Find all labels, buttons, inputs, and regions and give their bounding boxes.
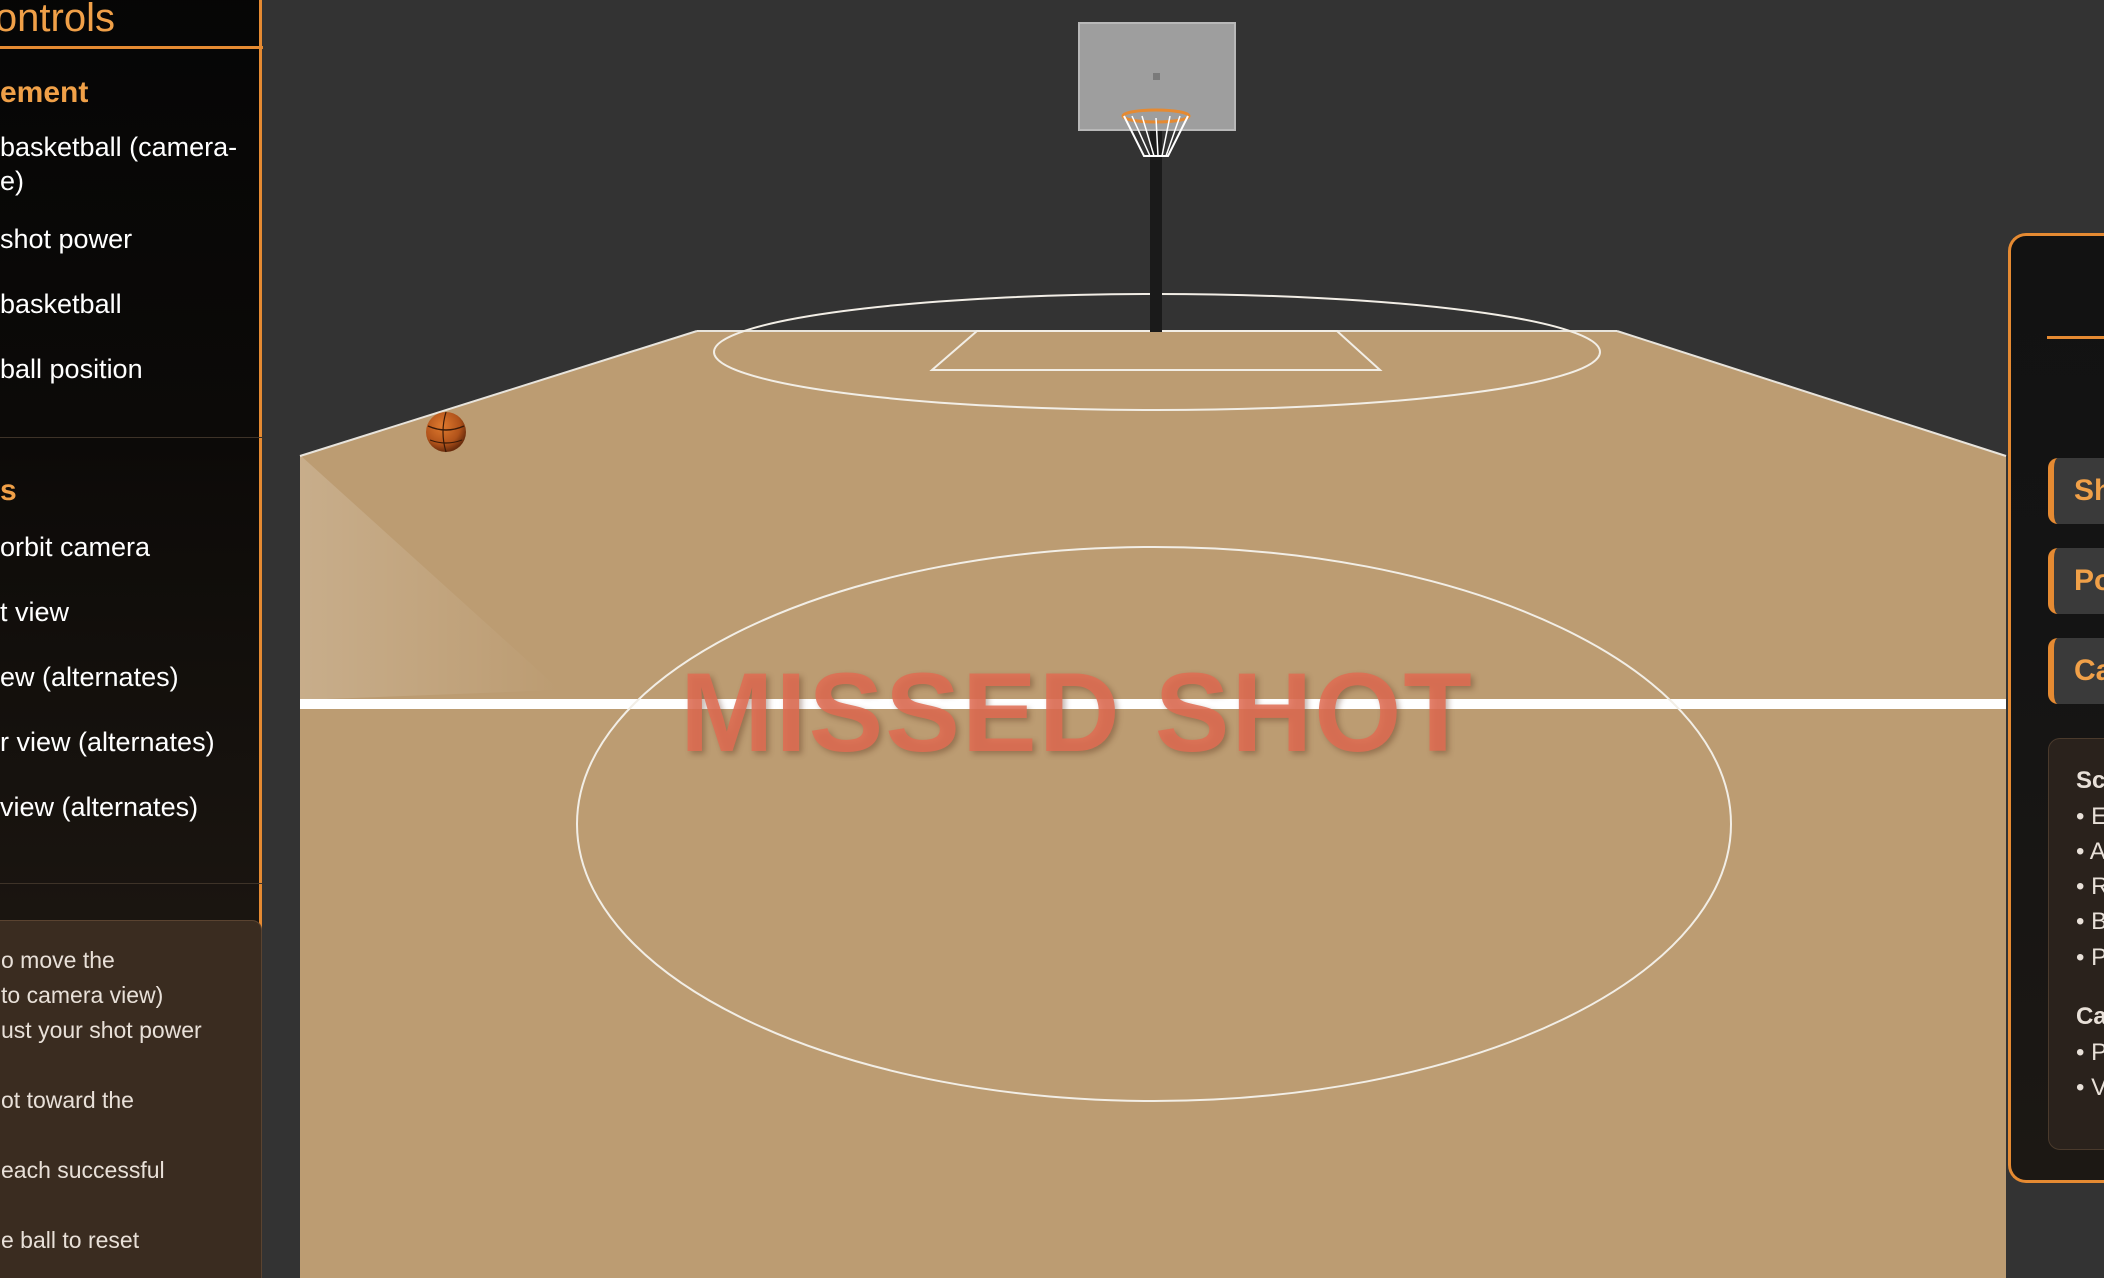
- info-line: • P: [2076, 944, 2104, 971]
- info-line: • B: [2076, 908, 2104, 935]
- info-line: • E: [2076, 803, 2104, 830]
- panel-title: e Controls: [0, 0, 115, 40]
- control-item: orbit camera: [0, 532, 151, 562]
- position-button[interactable]: Po: [2048, 548, 2104, 614]
- controls-panel: e Controls ement basketball (camera- e) …: [0, 0, 263, 1278]
- control-item: basketball: [0, 289, 122, 319]
- control-item: shot power: [0, 224, 133, 254]
- control-item: basketball (camera-: [0, 132, 238, 162]
- instruction-line: e ball to reset: [1, 1227, 140, 1253]
- info-heading-camera: Ca: [2076, 1003, 2104, 1030]
- title-divider: [0, 46, 263, 49]
- control-item: r view (alternates): [0, 727, 215, 757]
- info-line: • V: [2076, 1074, 2104, 1101]
- info-box: Sc • E • A • R • B • P Ca • P • V: [2048, 738, 2104, 1150]
- info-line: • A: [2076, 838, 2104, 865]
- camera-button[interactable]: Ca: [2048, 638, 2104, 704]
- control-item: ew (alternates): [0, 662, 179, 692]
- info-line: • R: [2076, 873, 2104, 900]
- instruction-line: ust your shot power: [1, 1017, 202, 1043]
- section-heading-movement: ement: [0, 76, 89, 109]
- section-divider: [0, 437, 263, 438]
- control-item: view (alternates): [0, 792, 199, 822]
- shot-button[interactable]: Sh: [2048, 458, 2104, 524]
- basketball-icon[interactable]: [426, 411, 466, 453]
- instructions-box: o move the to camera view) ust your shot…: [0, 920, 262, 1278]
- panel-divider: [2047, 336, 2104, 339]
- court-floor: [300, 331, 2006, 1278]
- instruction-line: ot toward the: [1, 1087, 134, 1113]
- instruction-line: o move the: [1, 947, 115, 973]
- control-item: t view: [0, 597, 70, 627]
- half-court-line: [300, 699, 2006, 709]
- info-heading-score: Sc: [2076, 767, 2104, 794]
- game-panel: Sh Po Ca Sc • E • A • R • B • P Ca • P •…: [2008, 233, 2104, 1183]
- game-viewport[interactable]: MISSED SHOT e Controls ement basketball …: [0, 0, 2104, 1278]
- control-item: ball position: [0, 354, 143, 384]
- section-heading-camera: s: [0, 474, 17, 507]
- section-divider: [0, 883, 263, 884]
- control-item: e): [0, 166, 25, 196]
- instruction-line: to camera view): [1, 982, 164, 1008]
- info-line: • P: [2076, 1039, 2104, 1066]
- instruction-line: each successful: [1, 1157, 165, 1183]
- court-scene[interactable]: [0, 0, 2104, 1278]
